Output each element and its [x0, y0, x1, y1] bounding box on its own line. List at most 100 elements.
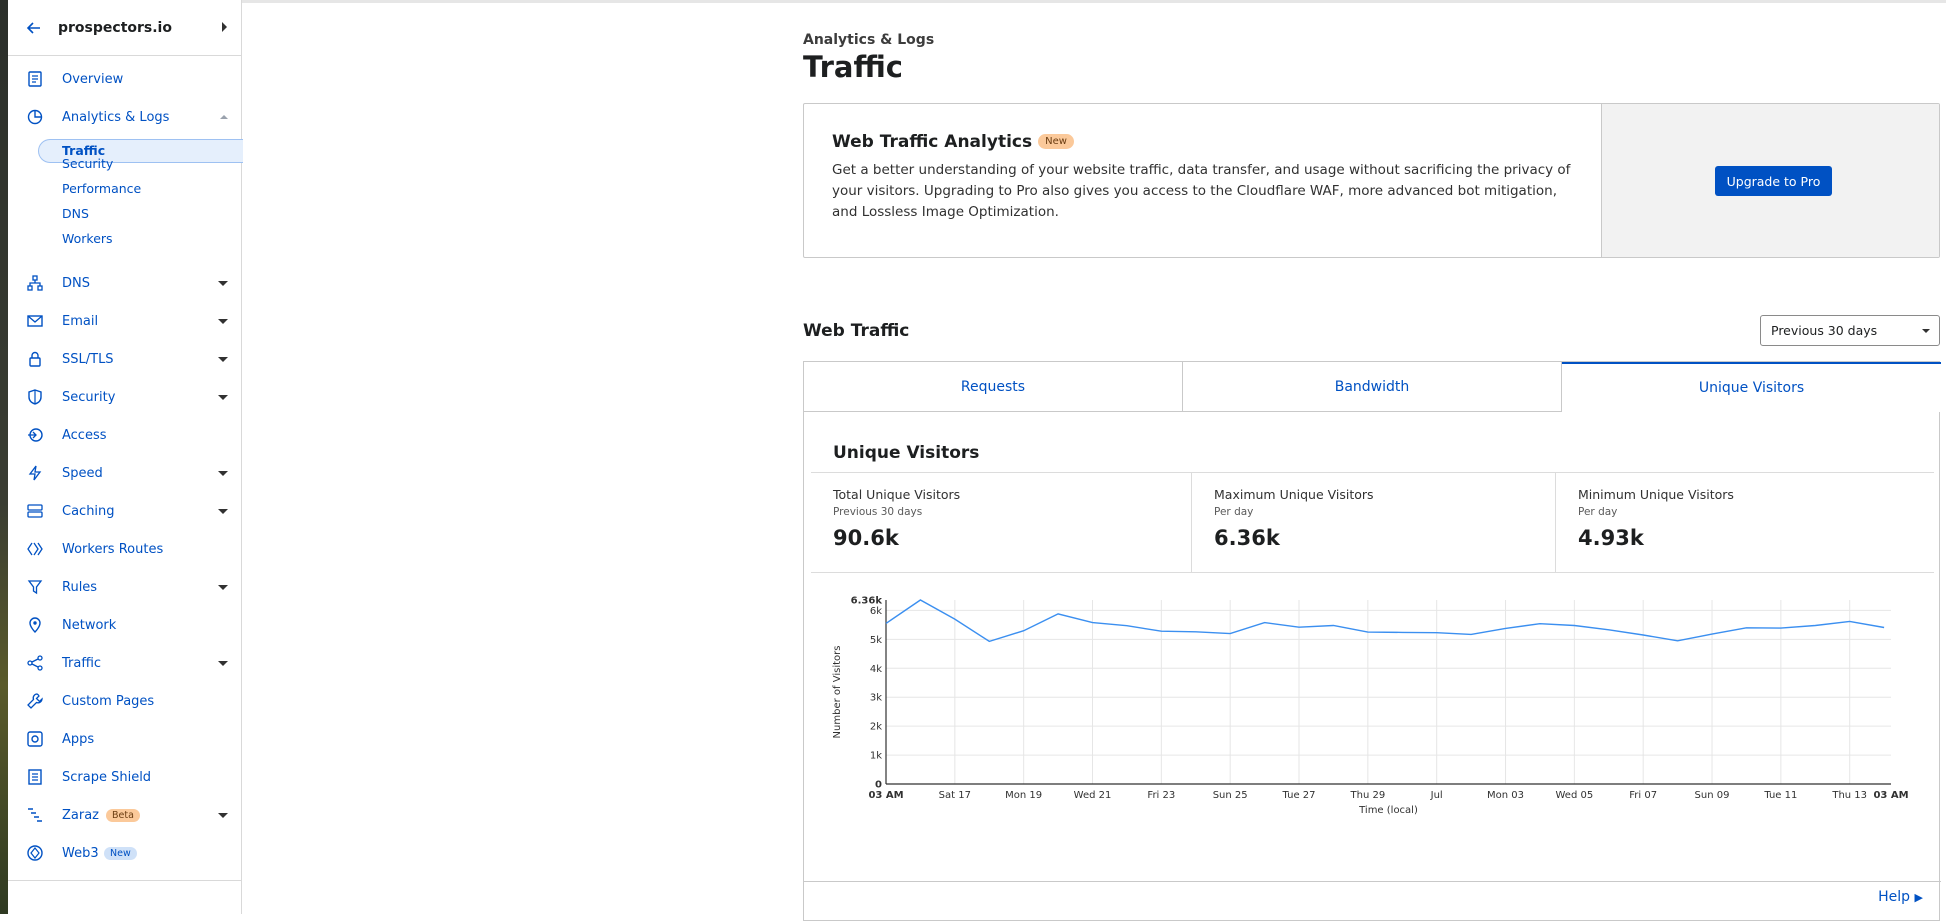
access-icon: [26, 426, 44, 444]
help-link[interactable]: Help ▶: [1878, 889, 1923, 905]
apps-icon: [26, 730, 44, 748]
desktop-edge: [0, 0, 8, 914]
sidebar-item-email[interactable]: Email: [8, 306, 242, 336]
tab-unique-visitors[interactable]: Unique Visitors: [1562, 362, 1941, 412]
sidebar-item-scrape-shield[interactable]: Scrape Shield: [8, 762, 242, 792]
x-tick-label: Mon 03: [1487, 790, 1524, 801]
stat-maximum: Maximum Unique Visitors Per day 6.36k: [1191, 473, 1555, 572]
chevron-down-icon[interactable]: [218, 661, 228, 666]
sidebar-item-label: Zaraz: [62, 807, 100, 823]
sidebar-item-custom-pages[interactable]: Custom Pages: [8, 686, 242, 716]
sidebar-item-label: Overview: [62, 71, 124, 87]
sidebar-item-apps[interactable]: Apps: [8, 724, 242, 754]
x-tick-label: Tue 27: [1282, 790, 1316, 801]
chevron-up-icon[interactable]: [220, 115, 228, 119]
sidebar-item-caching[interactable]: Caching: [8, 496, 242, 526]
sidebar-item-label: Workers Routes: [62, 541, 164, 557]
chevron-down-icon[interactable]: [218, 585, 228, 590]
chevron-down-icon[interactable]: [218, 281, 228, 286]
sidebar-item-overview[interactable]: Overview: [8, 64, 242, 94]
shield-icon: [26, 388, 44, 406]
y-tick-label: 3k: [870, 693, 882, 704]
sidebar-item-rules[interactable]: Rules: [8, 572, 242, 602]
sidebar-item-dns[interactable]: DNS: [8, 268, 242, 298]
chevron-down-icon[interactable]: [218, 509, 228, 514]
workers-icon: [26, 540, 44, 558]
divider: [804, 881, 1941, 882]
x-tick-label: Sun 25: [1213, 790, 1248, 801]
tab-bandwidth[interactable]: Bandwidth: [1183, 362, 1562, 412]
breadcrumb[interactable]: Analytics & Logs: [803, 32, 934, 48]
x-axis-title: Time (local): [1358, 805, 1418, 816]
y-tick-label: 5k: [870, 635, 882, 646]
sidebar-item-web3[interactable]: Web3 New: [8, 838, 242, 868]
x-tick-label: Wed 05: [1555, 790, 1593, 801]
sidebar-item-label: Apps: [62, 731, 95, 747]
wrench-icon: [26, 692, 44, 710]
time-range-select[interactable]: Previous 30 days: [1760, 315, 1940, 346]
location-pin-icon: [26, 616, 44, 634]
chevron-down-icon[interactable]: [218, 813, 228, 818]
beta-badge: Beta: [106, 808, 140, 822]
promo-title-text: Web Traffic Analytics: [832, 132, 1033, 152]
back-arrow-icon[interactable]: [24, 18, 44, 38]
sidebar-item-label: Network: [62, 617, 117, 633]
document-icon: [26, 768, 44, 786]
sidebar-item-access[interactable]: Access: [8, 420, 242, 450]
chevron-down-icon[interactable]: [218, 357, 228, 362]
site-name[interactable]: prospectors.io: [58, 20, 172, 36]
sidebar-item-label: Web3: [62, 845, 99, 861]
sidebar-item-label: Email: [62, 313, 99, 329]
sidebar-item-traffic[interactable]: Traffic: [8, 648, 242, 678]
stat-label: Total Unique Visitors: [833, 487, 961, 502]
promo-content: Web Traffic Analytics New Get a better un…: [804, 104, 1601, 257]
sidebar-item-label: Access: [62, 427, 107, 443]
stat-value: 4.93k: [1578, 526, 1644, 550]
tab-requests[interactable]: Requests: [804, 362, 1183, 412]
sidebar-item-security[interactable]: Security: [8, 382, 242, 412]
sidebar-item-network[interactable]: Network: [8, 610, 242, 640]
caret-right-icon[interactable]: [222, 22, 227, 32]
series-line: [885, 599, 1885, 643]
chevron-down-icon[interactable]: [218, 395, 228, 400]
sidebar-item-ssl-tls[interactable]: SSL/TLS: [8, 344, 242, 374]
new-badge: New: [104, 846, 137, 860]
stat-sublabel: Previous 30 days: [833, 506, 923, 518]
x-tick-label: Thu 29: [1350, 790, 1386, 801]
caret-right-icon: ▶: [1914, 891, 1923, 904]
sidebar-item-speed[interactable]: Speed: [8, 458, 242, 488]
envelope-icon: [26, 312, 44, 330]
sidebar-subitem-performance[interactable]: Performance: [62, 178, 141, 200]
web-traffic-title: Web Traffic: [803, 321, 910, 341]
page-title: Traffic: [803, 50, 903, 84]
top-divider: [242, 0, 1946, 3]
funnel-icon: [26, 578, 44, 596]
x-tick-label: 03 AM: [1873, 790, 1908, 801]
sidebar-subitem-workers[interactable]: Workers: [62, 228, 113, 250]
sidebar-item-analytics-logs[interactable]: Analytics & Logs: [8, 102, 242, 132]
y-tick-label: 0: [875, 780, 882, 791]
divider: [8, 880, 242, 881]
y-tick-label: 6k: [870, 606, 882, 617]
upgrade-to-pro-button[interactable]: Upgrade to Pro: [1715, 166, 1832, 196]
sidebar-subitem-dns[interactable]: DNS: [62, 203, 89, 225]
x-tick-label: Tue 11: [1763, 790, 1797, 801]
sidebar-item-label: Rules: [62, 579, 98, 595]
sidebar-subitem-security[interactable]: Security: [62, 153, 113, 175]
x-tick-label: Fri 07: [1629, 790, 1657, 801]
promo-action-area: Upgrade to Pro: [1601, 104, 1939, 257]
x-tick-label: Fri 23: [1147, 790, 1175, 801]
y-tick-label: 2k: [870, 722, 882, 733]
x-tick-label: Sat 17: [939, 790, 971, 801]
network-tree-icon: [26, 274, 44, 292]
x-tick-label: Thu 13: [1831, 790, 1867, 801]
zaraz-icon: [26, 806, 44, 824]
chevron-down-icon[interactable]: [218, 471, 228, 476]
sidebar-item-workers-routes[interactable]: Workers Routes: [8, 534, 242, 564]
stat-value: 90.6k: [833, 526, 899, 550]
chevron-down-icon[interactable]: [218, 319, 228, 324]
y-tick-label: 1k: [870, 751, 882, 762]
sidebar-item-zaraz[interactable]: Zaraz Beta: [8, 800, 242, 830]
web3-icon: [26, 844, 44, 862]
stat-sublabel: Per day: [1214, 506, 1254, 518]
